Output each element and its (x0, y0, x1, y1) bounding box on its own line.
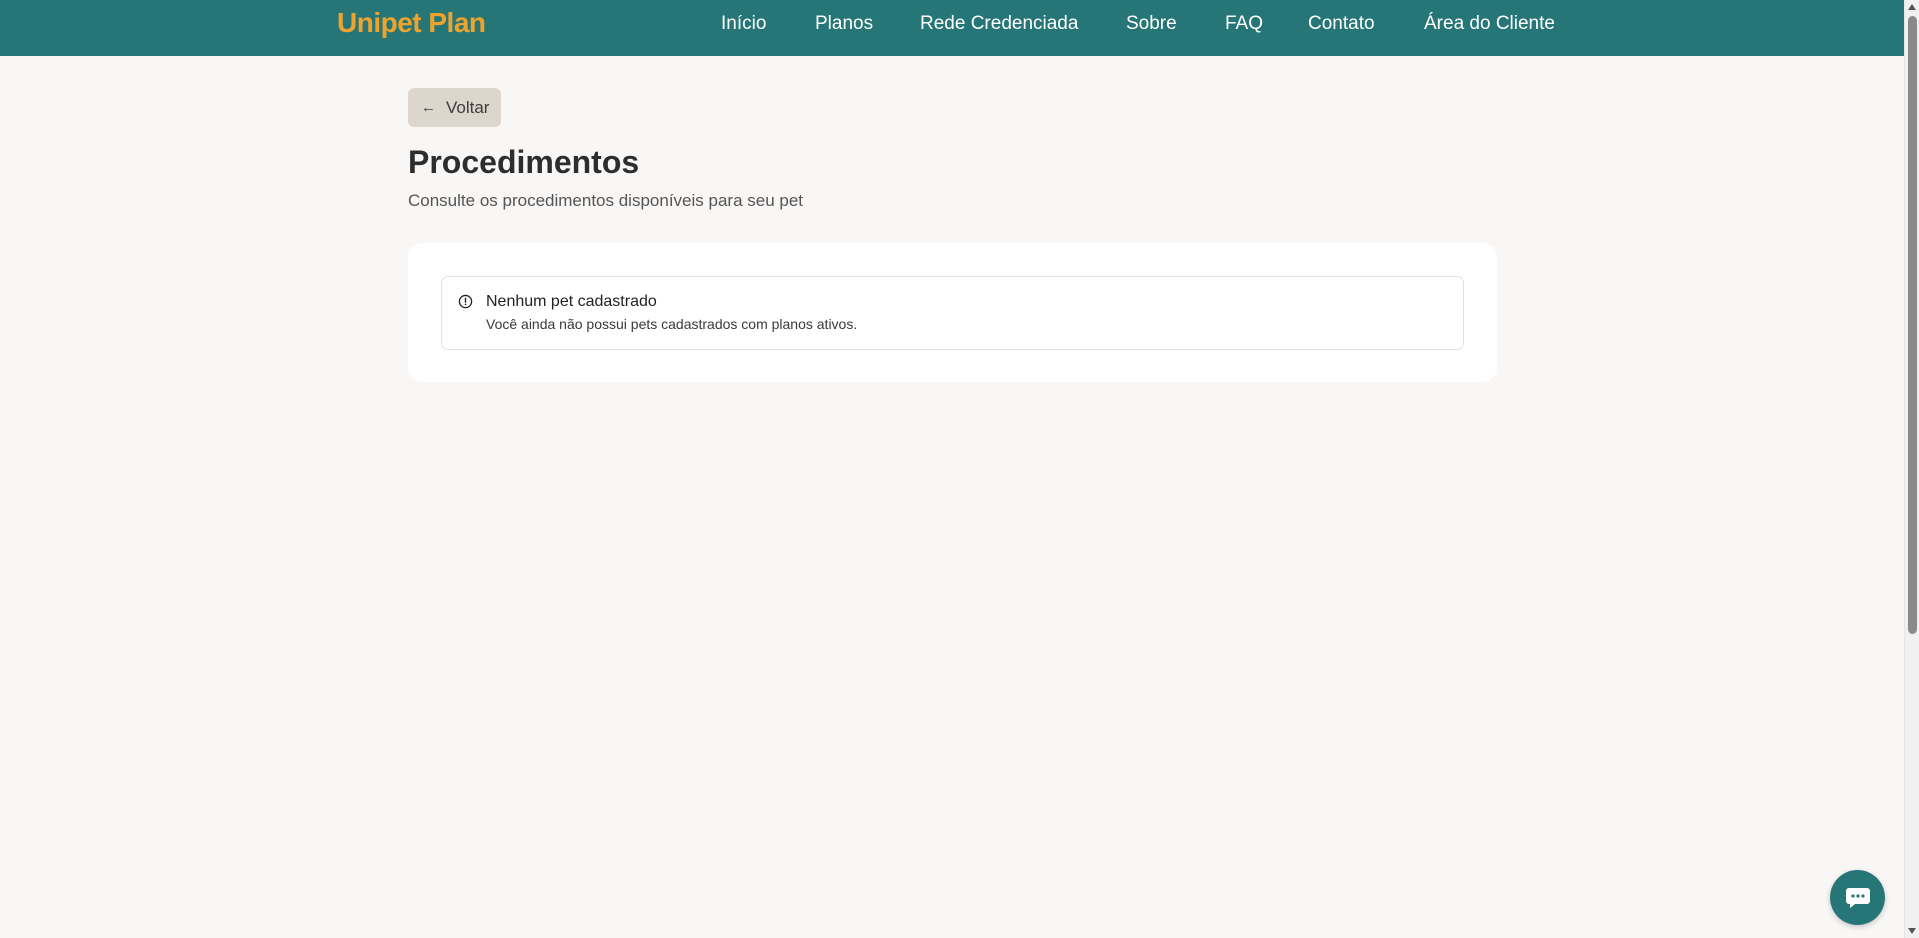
nav-link-sobre[interactable]: Sobre (1126, 13, 1177, 35)
chat-button[interactable] (1830, 870, 1885, 925)
nav-link-area-do-cliente[interactable]: Área do Cliente (1424, 13, 1555, 35)
page-title: Procedimentos (408, 144, 640, 180)
arrow-left-icon: ← (421, 99, 436, 116)
top-navbar: Unipet Plan Início Planos Rede Credencia… (0, 0, 1904, 56)
scroll-up-icon[interactable] (1908, 4, 1916, 10)
scroll-down-icon[interactable] (1908, 928, 1916, 934)
back-button[interactable]: ← Voltar (408, 88, 501, 127)
nav-link-inicio[interactable]: Início (721, 13, 766, 35)
scrollbar-thumb[interactable] (1908, 16, 1917, 634)
nav-link-contato[interactable]: Contato (1308, 13, 1375, 35)
alert-title: Nenhum pet cadastrado (486, 293, 657, 310)
nav-link-planos[interactable]: Planos (815, 13, 873, 35)
page-subtitle: Consulte os procedimentos disponíveis pa… (408, 191, 804, 210)
page-scrollbar[interactable] (1904, 0, 1919, 938)
nav-link-rede-credenciada[interactable]: Rede Credenciada (920, 13, 1078, 35)
alert-circle-icon (458, 294, 473, 309)
empty-state-alert: Nenhum pet cadastrado Você ainda não pos… (441, 276, 1464, 350)
nav-link-faq[interactable]: FAQ (1225, 13, 1263, 35)
procedures-card: Nenhum pet cadastrado Você ainda não pos… (408, 243, 1497, 382)
back-button-label: Voltar (446, 97, 490, 117)
alert-description: Você ainda não possui pets cadastrados c… (486, 316, 858, 332)
main-nav: Início Planos Rede Credenciada Sobre FAQ… (0, 0, 1904, 48)
chat-icon (1845, 887, 1870, 908)
